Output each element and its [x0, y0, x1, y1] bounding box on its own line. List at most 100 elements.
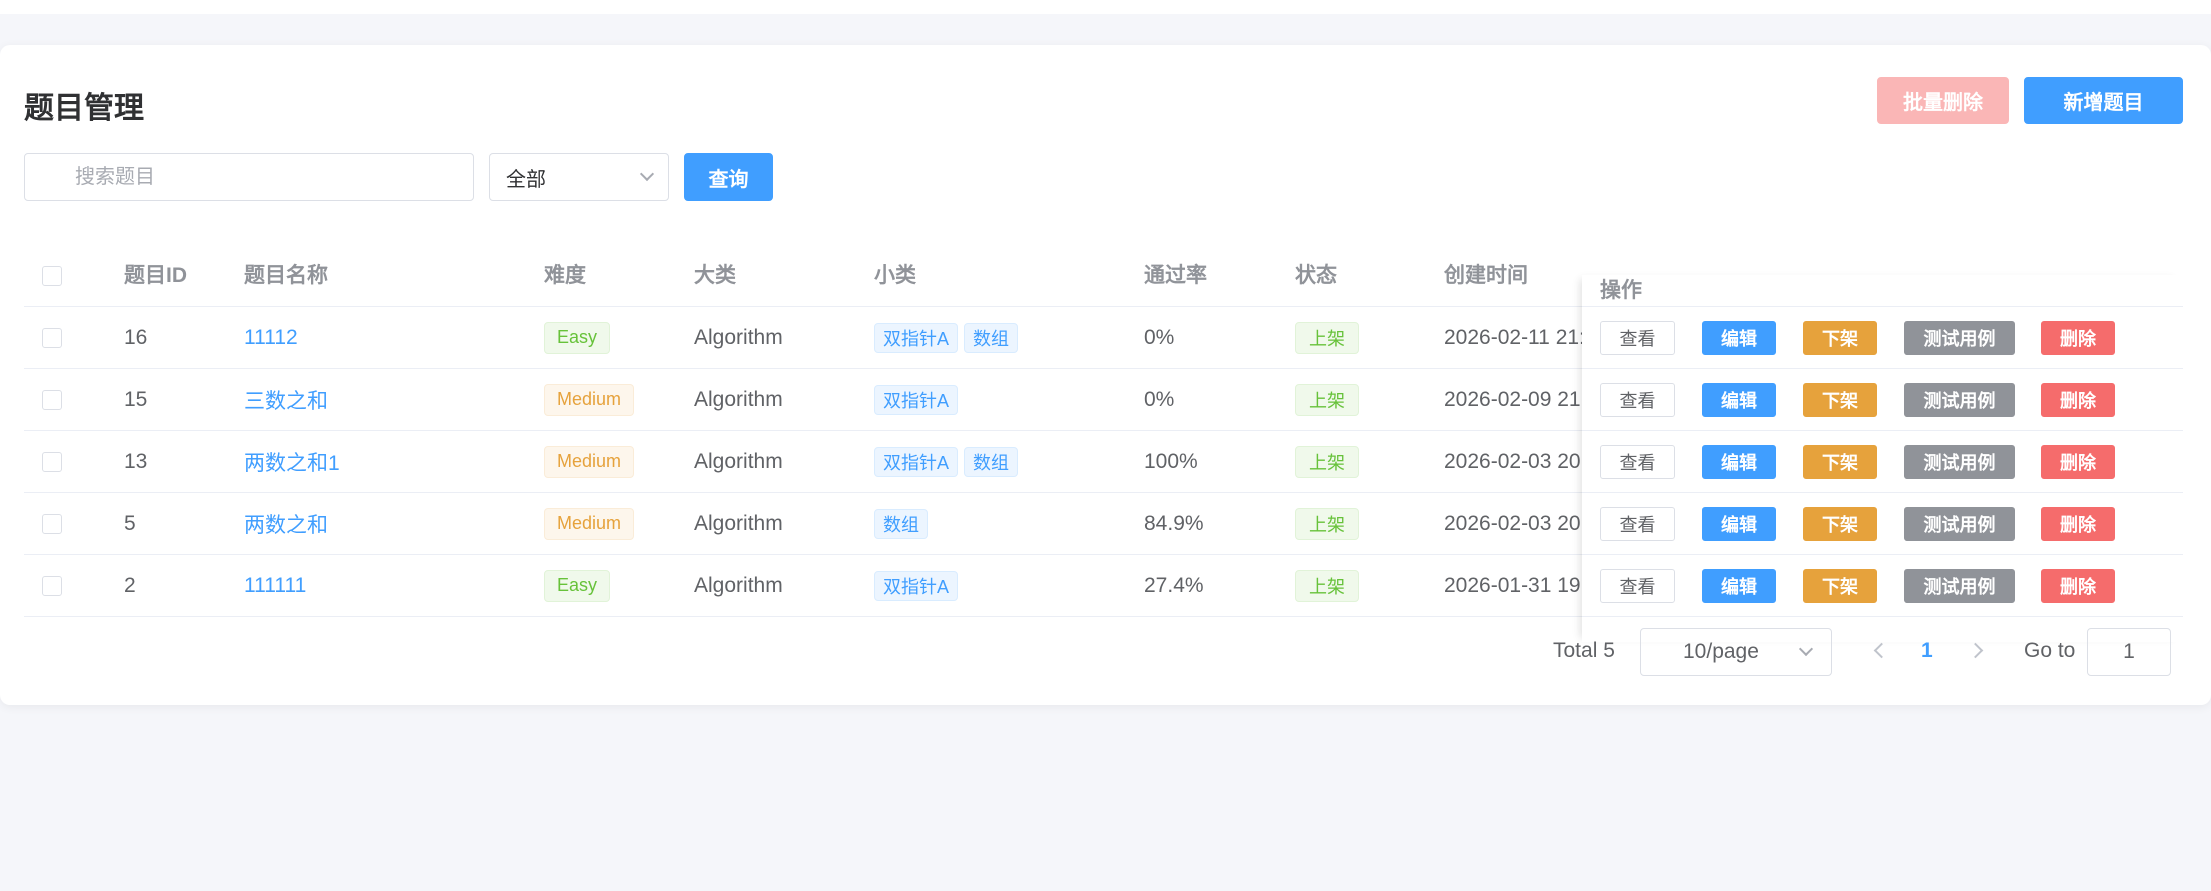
- status-cell: 上架: [1295, 555, 1365, 616]
- pass-rate: 0%: [1144, 387, 1175, 411]
- delete-button[interactable]: 删除: [2041, 445, 2115, 479]
- batch-delete-button[interactable]: 批量删除: [1877, 77, 2009, 124]
- column-header-category: 大类: [694, 264, 736, 287]
- edit-button[interactable]: 编辑: [1702, 507, 1776, 541]
- difficulty-cell: Medium: [544, 431, 640, 492]
- delete-button[interactable]: 删除: [2041, 507, 2115, 541]
- created-time: 2026-02-03 20:: [1444, 511, 1584, 535]
- operations-row: 查看 编辑 下架 测试用例 删除: [1582, 369, 2183, 431]
- row-checkbox[interactable]: [42, 327, 62, 348]
- pass-rate: 0%: [1144, 325, 1175, 349]
- row-checkbox[interactable]: [42, 389, 62, 410]
- page-title: 题目管理: [24, 92, 144, 125]
- offline-button[interactable]: 下架: [1803, 445, 1877, 479]
- status-select[interactable]: 全部: [489, 153, 669, 201]
- query-button[interactable]: 查询: [684, 153, 773, 201]
- status-cell: 上架: [1295, 431, 1365, 492]
- question-name-link[interactable]: 111111: [244, 555, 306, 616]
- page-size-value: 10/page: [1683, 640, 1759, 663]
- status-cell: 上架: [1295, 493, 1365, 554]
- row-checkbox-cell: [42, 431, 62, 492]
- created-time: 2026-02-09 21:: [1444, 387, 1584, 411]
- question-management-card: 题目管理 批量删除 新增题目 全部 查询 题目ID 题目名称 难度 大类 小类 …: [0, 45, 2211, 705]
- question-name-link[interactable]: 两数之和: [244, 493, 328, 554]
- status-cell: 上架: [1295, 369, 1365, 430]
- category-cell: Algorithm: [694, 325, 783, 349]
- goto-page-input[interactable]: 1: [2087, 628, 2171, 676]
- created-time: 2026-02-03 20:: [1444, 449, 1584, 473]
- edit-button[interactable]: 编辑: [1702, 383, 1776, 417]
- edit-button[interactable]: 编辑: [1702, 569, 1776, 603]
- subcategory-cell: 双指针A 数组: [874, 307, 1024, 368]
- question-name-link[interactable]: 三数之和: [244, 369, 328, 430]
- subcategory-tag: 双指针A: [874, 570, 959, 601]
- view-button[interactable]: 查看: [1600, 383, 1675, 417]
- test-cases-button[interactable]: 测试用例: [1904, 569, 2015, 603]
- question-name-link[interactable]: 11112: [244, 307, 298, 368]
- offline-button[interactable]: 下架: [1803, 507, 1877, 541]
- offline-button[interactable]: 下架: [1803, 321, 1877, 355]
- status-badge: 上架: [1295, 445, 1359, 478]
- delete-button[interactable]: 删除: [2041, 383, 2115, 417]
- difficulty-cell: Medium: [544, 493, 640, 554]
- goto-label: Go to: [2024, 639, 2076, 662]
- difficulty-tag: Medium: [544, 445, 635, 478]
- status-cell: 上架: [1295, 307, 1365, 368]
- column-header-pass-rate: 通过率: [1144, 264, 1207, 287]
- column-header-subcategory: 小类: [874, 264, 916, 287]
- difficulty-tag: Easy: [544, 569, 611, 602]
- status-badge: 上架: [1295, 507, 1359, 540]
- test-cases-button[interactable]: 测试用例: [1904, 383, 2015, 417]
- subcategory-tag: 数组: [964, 322, 1019, 353]
- search-field[interactable]: [24, 153, 474, 201]
- pagination-total: Total 5: [1553, 639, 1615, 662]
- category-cell: Algorithm: [694, 387, 783, 411]
- chevron-down-icon: [639, 166, 655, 182]
- row-checkbox[interactable]: [42, 575, 62, 596]
- question-id: 15: [124, 387, 148, 411]
- row-checkbox[interactable]: [42, 513, 62, 534]
- chevron-down-icon: [1798, 641, 1814, 657]
- view-button[interactable]: 查看: [1600, 507, 1675, 541]
- pass-rate: 84.9%: [1144, 511, 1204, 535]
- column-header-difficulty: 难度: [544, 264, 586, 287]
- search-input[interactable]: [25, 154, 473, 200]
- row-checkbox-cell: [42, 307, 62, 368]
- view-button[interactable]: 查看: [1600, 321, 1675, 355]
- edit-button[interactable]: 编辑: [1702, 445, 1776, 479]
- question-id: 13: [124, 449, 148, 473]
- select-all-checkbox[interactable]: [42, 266, 62, 286]
- test-cases-button[interactable]: 测试用例: [1904, 321, 2015, 355]
- question-id: 16: [124, 325, 148, 349]
- subcategory-tag: 数组: [964, 446, 1019, 477]
- subcategory-cell: 双指针A: [874, 369, 964, 430]
- add-question-button[interactable]: 新增题目: [2024, 77, 2183, 124]
- difficulty-tag: Medium: [544, 383, 635, 416]
- status-badge: 上架: [1295, 383, 1359, 416]
- page-size-select[interactable]: 10/page: [1640, 628, 1832, 676]
- subcategory-cell: 双指针A: [874, 555, 964, 616]
- operations-row: 查看 编辑 下架 测试用例 删除: [1582, 493, 2183, 555]
- category-cell: Algorithm: [694, 511, 783, 535]
- question-name-link[interactable]: 两数之和1: [244, 431, 340, 492]
- page-number[interactable]: 1: [1921, 639, 1933, 663]
- column-header-actions: 操作: [1600, 279, 1642, 302]
- subcategory-tag: 双指针A: [874, 322, 959, 353]
- subcategory-tag: 数组: [874, 508, 928, 539]
- delete-button[interactable]: 删除: [2041, 569, 2115, 603]
- delete-button[interactable]: 删除: [2041, 321, 2115, 355]
- test-cases-button[interactable]: 测试用例: [1904, 445, 2015, 479]
- operations-row: 查看 编辑 下架 测试用例 删除: [1582, 555, 2183, 617]
- view-button[interactable]: 查看: [1600, 445, 1675, 479]
- offline-button[interactable]: 下架: [1803, 383, 1877, 417]
- prev-page-icon[interactable]: [1873, 642, 1890, 659]
- row-checkbox[interactable]: [42, 451, 62, 472]
- column-header-status: 状态: [1295, 264, 1337, 287]
- edit-button[interactable]: 编辑: [1702, 321, 1776, 355]
- created-time: 2026-02-11 21:: [1444, 325, 1584, 349]
- next-page-icon[interactable]: [1967, 642, 1984, 659]
- view-button[interactable]: 查看: [1600, 569, 1675, 603]
- test-cases-button[interactable]: 测试用例: [1904, 507, 2015, 541]
- difficulty-cell: Easy: [544, 555, 616, 616]
- offline-button[interactable]: 下架: [1803, 569, 1877, 603]
